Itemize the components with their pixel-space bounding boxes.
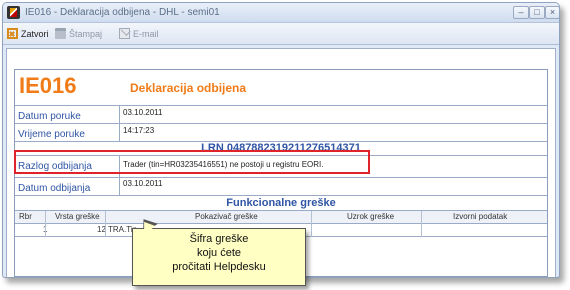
document-title: Deklaracija odbijena bbox=[130, 81, 247, 95]
app-logo-icon bbox=[7, 6, 20, 19]
email-button[interactable]: E-mail bbox=[119, 27, 159, 41]
lrn-number: LRN 0487882319211276514371 bbox=[201, 142, 361, 154]
datum-poruke-value: 03.10.2011 bbox=[123, 108, 163, 117]
window-title: IE016 - Deklaracija odbijena - DHL - sem… bbox=[25, 7, 220, 18]
field-row-razlog-odbijanja: Razlog odbijanja Trader (tin=HR032354165… bbox=[15, 156, 547, 178]
callout-line: koju ćete bbox=[196, 247, 242, 259]
close-button-label: Zatvori bbox=[21, 29, 49, 39]
title-bar[interactable]: IE016 - Deklaracija odbijena - DHL - sem… bbox=[3, 3, 559, 23]
field-row-datum-poruke: Datum poruke 03.10.2011 bbox=[15, 106, 547, 124]
column-divider bbox=[45, 211, 46, 237]
vrijeme-poruke-label: Vrijeme poruke bbox=[18, 129, 85, 140]
field-row-datum-odbijanja: Datum odbijanja 03.10.2011 bbox=[15, 178, 547, 196]
message-code: IE016 bbox=[19, 73, 77, 98]
callout-line: Šifra greške bbox=[189, 233, 249, 245]
print-button[interactable]: Štampaj bbox=[55, 27, 102, 41]
col-header-vrsta-greske: Vrsta greške bbox=[55, 212, 100, 221]
print-button-label: Štampaj bbox=[69, 29, 103, 39]
close-button[interactable]: Zatvori bbox=[7, 27, 49, 41]
column-divider bbox=[311, 211, 312, 237]
col-header-pokazivac-greske: Pokazivač greške bbox=[195, 212, 258, 221]
errors-table-header: Rbr Vrsta greške Pokazivač greške Uzrok … bbox=[15, 211, 547, 224]
col-header-uzrok-greske: Uzrok greške bbox=[347, 212, 395, 221]
razlog-odbijanja-value: Trader (tin=HR03235416551) ne postoji u … bbox=[123, 160, 324, 169]
document-header: IE016 Deklaracija odbijena bbox=[15, 70, 547, 106]
column-divider bbox=[105, 211, 106, 237]
errors-section-header: Funkcionalne greške bbox=[15, 196, 547, 211]
datum-odbijanja-label: Datum odbijanja bbox=[18, 183, 91, 194]
error-code-callout: Šifra greške koju ćete pročitati Helpdes… bbox=[132, 228, 306, 286]
email-icon bbox=[119, 28, 130, 39]
label-divider bbox=[119, 156, 120, 196]
errors-heading: Funkcionalne greške bbox=[226, 197, 336, 209]
close-icon bbox=[7, 28, 18, 39]
vrijeme-poruke-value: 14:17:23 bbox=[123, 126, 155, 135]
col-header-rbr: Rbr bbox=[19, 212, 32, 221]
lrn-row: LRN 0487882319211276514371 bbox=[15, 142, 547, 156]
close-window-button[interactable]: × bbox=[545, 6, 559, 19]
maximize-button[interactable]: □ bbox=[529, 6, 545, 19]
printer-icon bbox=[55, 28, 66, 39]
callout-line: pročitati Helpdesku bbox=[172, 261, 266, 273]
datum-poruke-label: Datum poruke bbox=[18, 111, 81, 122]
email-button-label: E-mail bbox=[133, 29, 159, 39]
razlog-odbijanja-label: Razlog odbijanja bbox=[18, 161, 92, 172]
toolbar: Zatvori Štampaj E-mail bbox=[3, 23, 559, 45]
col-header-izvorni-podatak: Izvorni podatak bbox=[453, 212, 508, 221]
label-divider bbox=[119, 106, 120, 142]
column-divider bbox=[421, 211, 422, 237]
field-row-vrijeme-poruke: Vrijeme poruke 14:17:23 bbox=[15, 124, 547, 142]
minimize-button[interactable]: – bbox=[513, 6, 529, 19]
datum-odbijanja-value: 03.10.2011 bbox=[123, 179, 163, 188]
